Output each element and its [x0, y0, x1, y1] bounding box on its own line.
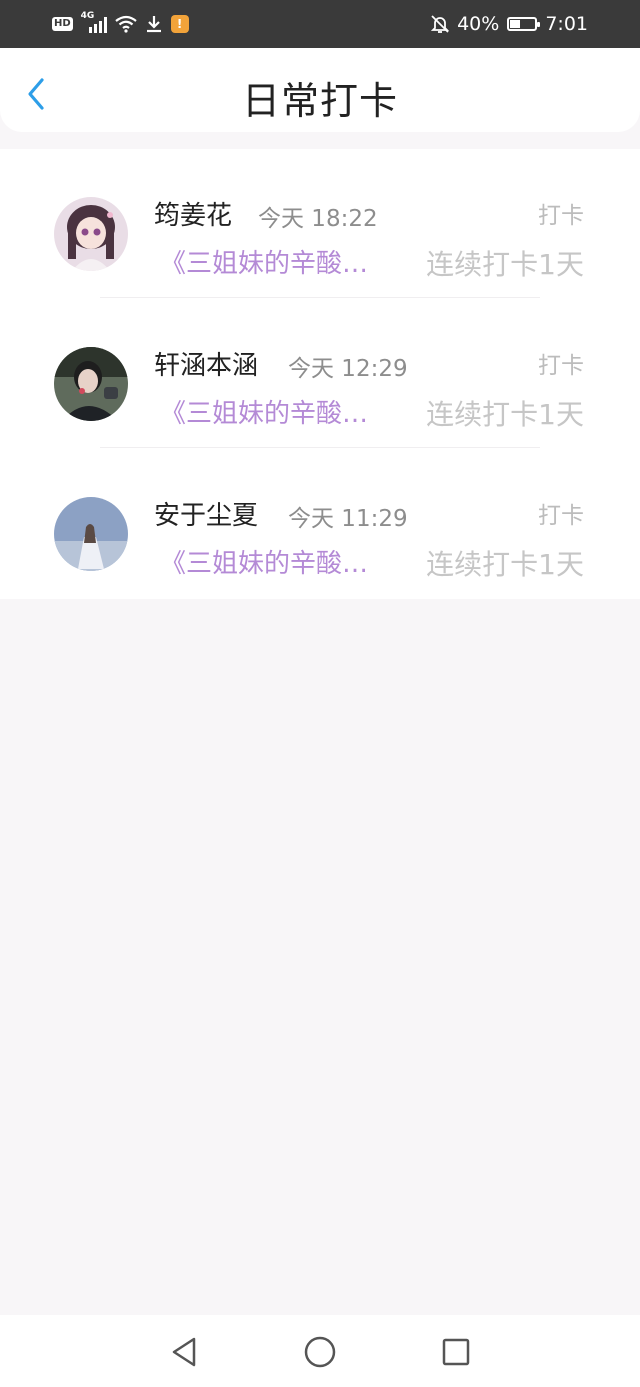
download-icon	[146, 16, 161, 33]
book-title-link[interactable]: 《三姐妹的辛酸史》	[160, 393, 378, 430]
signal-icon: 4G	[81, 11, 107, 33]
avatar	[54, 347, 128, 421]
checkin-action: 打卡	[538, 203, 584, 229]
avatar	[54, 497, 128, 571]
status-bar: HD 4G ! 40% 7:01	[0, 0, 640, 48]
clock: 7:01	[545, 13, 588, 35]
row-divider	[100, 447, 540, 448]
user-name: 安于尘夏	[154, 501, 259, 531]
checkin-time: 今天 12:29	[288, 356, 408, 382]
user-name: 轩涵本涵	[154, 351, 259, 381]
status-right: 40% 7:01	[431, 13, 588, 35]
streak-text: 连续打卡1天	[426, 548, 584, 581]
row-divider	[100, 297, 540, 298]
list-item[interactable]: 轩涵本涵 今天 12:29 打卡 《三姐妹的辛酸史》 连续打卡1天	[0, 299, 640, 449]
avatar	[54, 197, 128, 271]
app-notification-icon: !	[170, 15, 189, 33]
status-left: HD 4G !	[52, 11, 189, 33]
book-title-link[interactable]: 《三姐妹的辛酸史》	[160, 243, 378, 280]
recents-square-icon[interactable]	[439, 1335, 473, 1369]
network-type: 4G	[80, 11, 95, 21]
bell-off-icon	[431, 15, 450, 33]
streak-text: 连续打卡1天	[426, 398, 584, 431]
user-name: 筠姜花	[154, 201, 233, 231]
checkin-action: 打卡	[538, 503, 584, 529]
back-triangle-icon[interactable]	[167, 1335, 201, 1369]
battery-percent: 40%	[457, 13, 500, 35]
battery-icon	[507, 17, 541, 31]
checkin-time: 今天 18:22	[258, 206, 378, 232]
wifi-icon	[114, 15, 137, 33]
streak-text: 连续打卡1天	[426, 248, 584, 281]
page-header: 日常打卡	[0, 48, 640, 132]
checkin-time: 今天 11:29	[288, 506, 408, 532]
checkin-action: 打卡	[538, 353, 584, 379]
list-item[interactable]: 筠姜花 今天 18:22 打卡 《三姐妹的辛酸史》 连续打卡1天	[0, 149, 640, 299]
home-circle-icon[interactable]	[303, 1335, 337, 1369]
checkin-list: 筠姜花 今天 18:22 打卡 《三姐妹的辛酸史》 连续打卡1天 轩涵本涵 今天…	[0, 149, 640, 599]
page-title: 日常打卡	[241, 79, 398, 123]
list-item[interactable]: 安于尘夏 今天 11:29 打卡 《三姐妹的辛酸史》 连续打卡1天	[0, 449, 640, 599]
book-title-link[interactable]: 《三姐妹的辛酸史》	[160, 543, 378, 580]
system-nav-bar	[0, 1315, 640, 1387]
hd-icon: HD	[52, 17, 73, 31]
